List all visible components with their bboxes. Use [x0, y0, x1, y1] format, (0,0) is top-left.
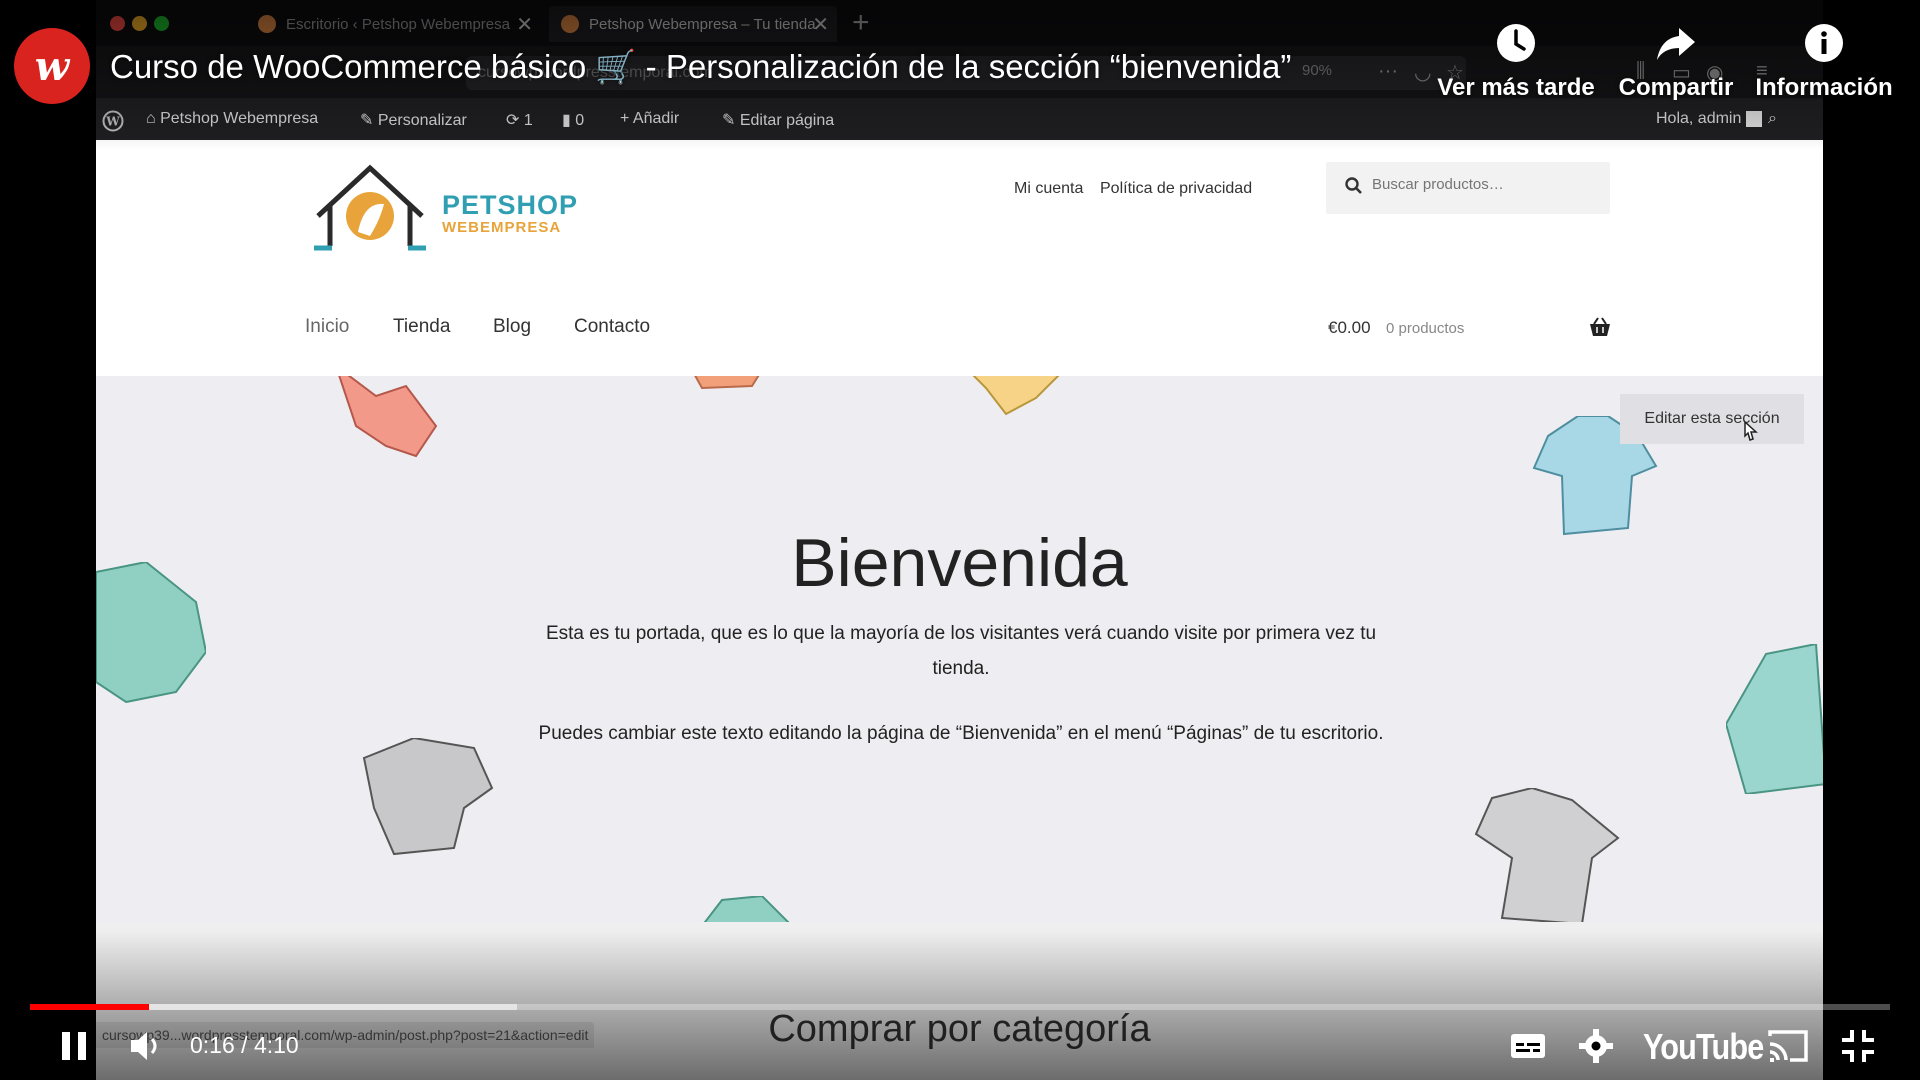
site-name-label: Petshop Webempresa — [160, 110, 319, 127]
tab-label: Petshop Webempresa – Tu tienda — [589, 15, 816, 33]
plus-icon: + — [620, 110, 633, 127]
video-frame[interactable]: Escritorio ‹ Petshop Webempresa ✕ Petsho… — [96, 0, 1823, 1080]
admin-edit-page[interactable]: ✎ Editar página — [722, 110, 834, 130]
cast-icon[interactable] — [1766, 1028, 1810, 1064]
admin-search-icon[interactable]: ⌕ — [1768, 110, 1777, 128]
info-button[interactable]: Información — [1754, 22, 1894, 102]
pocket-icon[interactable]: ◡ — [1414, 60, 1431, 85]
share-label: Compartir — [1618, 74, 1734, 101]
my-account-link[interactable]: Mi cuenta — [1014, 180, 1083, 198]
grey-hoodie-illustration-icon — [362, 738, 494, 856]
current-time: 0:16 — [190, 1032, 235, 1058]
watch-later-label: Ver más tarde — [1437, 74, 1595, 101]
close-window-dot — [110, 16, 125, 31]
teal-shirt-illustration-icon — [703, 896, 790, 922]
progress-played — [30, 1004, 150, 1010]
cart-count[interactable]: 0 productos — [1386, 320, 1464, 337]
welcome-paragraph-1: Esta es tu portada, que es lo que la may… — [545, 623, 1377, 679]
wp-admin-bar: W ⌂ Petshop Webempresa ✎ Personalizar ⟳ … — [96, 98, 1823, 140]
teal-hoodie-illustration-icon — [1726, 644, 1823, 794]
exit-fullscreen-icon[interactable] — [1840, 1028, 1876, 1064]
grey-tshirt-illustration-icon — [1474, 788, 1620, 922]
info-label: Información — [1755, 74, 1893, 101]
watch-later-button[interactable]: Ver más tarde — [1436, 22, 1596, 102]
comments-count: 0 — [575, 112, 585, 129]
admin-account[interactable]: Hola, admin — [1656, 110, 1762, 128]
admin-customize[interactable]: ✎ Personalizar — [360, 110, 467, 130]
youtube-player[interactable]: Escritorio ‹ Petshop Webempresa ✕ Petsho… — [0, 0, 1920, 1080]
close-tab-icon[interactable]: ✕ — [812, 12, 829, 37]
nav-inicio[interactable]: Inicio — [305, 316, 349, 338]
updates-icon: ⟳ — [506, 112, 524, 129]
site-header: PETSHOP WEBEMPRESA Mi cuenta Política de… — [96, 140, 1823, 376]
brush-icon: ✎ — [360, 112, 378, 129]
new-tab-icon[interactable]: + — [852, 6, 870, 40]
privacy-policy-link[interactable]: Política de privacidad — [1100, 180, 1252, 198]
nav-contacto[interactable]: Contacto — [574, 316, 650, 338]
pause-icon[interactable] — [60, 1028, 88, 1064]
video-title[interactable]: Curso de WooCommerce básico 🛒 - Personal… — [110, 48, 1291, 87]
time-display: 0:16 / 4:10 — [190, 1032, 299, 1058]
customize-label: Personalizar — [377, 112, 467, 129]
close-tab-icon[interactable]: ✕ — [516, 12, 533, 37]
welcome-section: Editar esta sección Bienvenida Esta es t… — [96, 376, 1823, 922]
subtitles-icon[interactable] — [1510, 1028, 1546, 1064]
categories-section: Comprar por categoría cursowp39...wordpr… — [96, 922, 1823, 1080]
browser-tab-shop[interactable]: Petshop Webempresa – Tu tienda ✕ — [549, 6, 837, 42]
zoom-level[interactable]: 90% — [1302, 62, 1332, 79]
channel-initial: w — [34, 42, 70, 90]
comment-icon: ▮ — [562, 112, 576, 129]
youtube-logo[interactable]: YouTube — [1643, 1026, 1764, 1068]
mouse-cursor-icon — [1744, 420, 1758, 441]
logo-text-webempresa: WEBEMPRESA — [442, 219, 562, 236]
maximize-window-dot — [154, 16, 169, 31]
orange-shirt-illustration-icon — [694, 376, 760, 390]
petshop-logo-icon[interactable] — [310, 162, 430, 252]
info-icon — [1805, 24, 1843, 62]
updates-count: 1 — [523, 112, 533, 129]
admin-add-new[interactable]: + Añadir — [620, 110, 679, 128]
red-shirt-illustration-icon — [338, 376, 438, 458]
admin-updates[interactable]: ⟳ 1 — [506, 110, 533, 130]
tab-label: Escritorio ‹ Petshop Webempresa — [286, 15, 510, 33]
edit-section-button[interactable]: Editar esta sección — [1620, 394, 1804, 444]
nav-blog[interactable]: Blog — [493, 316, 531, 338]
nav-tienda[interactable]: Tienda — [393, 316, 450, 338]
more-icon[interactable]: ··· — [1378, 60, 1398, 83]
wordpress-logo-icon[interactable]: W — [102, 110, 124, 137]
volume-icon[interactable] — [128, 1028, 164, 1064]
channel-avatar[interactable]: w — [14, 28, 90, 104]
edit-page-label: Editar página — [739, 112, 835, 129]
settings-gear-icon[interactable] — [1578, 1028, 1614, 1064]
search-input[interactable] — [1372, 176, 1592, 193]
welcome-title: Bienvenida — [791, 525, 1128, 601]
yellow-shirt-illustration-icon — [972, 376, 1060, 416]
pencil-icon: ✎ — [722, 112, 740, 129]
favicon-icon — [258, 15, 276, 33]
clock-icon — [1497, 24, 1535, 62]
progress-bar[interactable] — [30, 1004, 1890, 1010]
cart-total[interactable]: €0.00 — [1328, 318, 1371, 338]
browser-tab-dashboard[interactable]: Escritorio ‹ Petshop Webempresa ✕ — [246, 6, 541, 42]
minimize-window-dot — [132, 16, 147, 31]
duration: 4:10 — [253, 1032, 299, 1058]
svg-text:W: W — [105, 115, 120, 129]
browser-status-url: cursowp39...wordpresstemporal.com/wp-adm… — [96, 1022, 595, 1048]
avatar — [1745, 110, 1762, 127]
share-button[interactable]: Compartir — [1614, 22, 1738, 102]
share-arrow-icon — [1657, 28, 1695, 60]
greeting-label: Hola, admin — [1656, 110, 1742, 127]
favicon-icon — [561, 15, 579, 33]
add-new-label: Añadir — [632, 110, 680, 127]
admin-site-name[interactable]: ⌂ Petshop Webempresa — [146, 110, 318, 128]
search-icon — [1345, 177, 1362, 194]
basket-icon[interactable] — [1588, 316, 1612, 338]
logo-text-petshop: PETSHOP — [442, 190, 579, 220]
dashboard-icon: ⌂ — [146, 110, 161, 127]
product-search[interactable] — [1326, 162, 1610, 214]
admin-comments[interactable]: ▮ 0 — [562, 110, 584, 130]
welcome-paragraph-2: Puedes cambiar este texto editando la pá… — [538, 723, 1384, 744]
